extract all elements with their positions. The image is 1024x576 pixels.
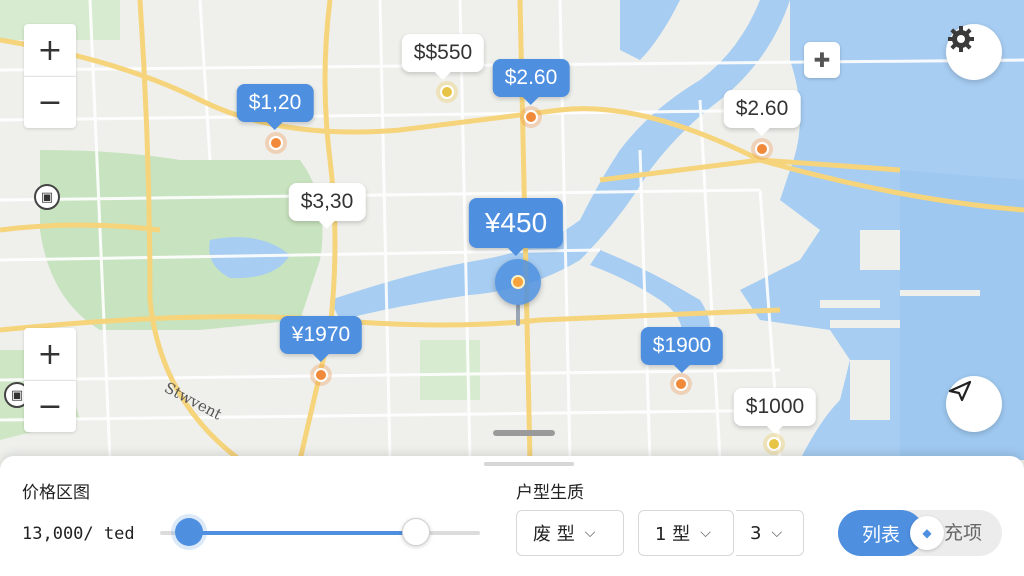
view-mode-toggle[interactable]: 列表 充项 ◆ [838,510,1002,556]
selected-price-marker[interactable]: ¥450 [468,198,564,256]
price-marker[interactable]: $$550 [401,34,485,80]
price-slider[interactable] [160,531,480,535]
minus-icon: − [37,85,63,120]
price-marker[interactable]: ¥1970 [279,316,363,362]
plus-icon: + [37,336,63,372]
plus-icon: + [37,32,63,68]
price-marker[interactable]: $1000 [733,388,817,434]
price-slider-fill [188,531,416,535]
select-value: 3 [750,522,762,544]
zoom-out-button-2[interactable]: − [24,380,76,432]
price-slider-min-handle[interactable] [174,518,203,546]
bath-count-select[interactable]: 3 ⌵ [736,510,804,556]
price-range-label: 价格区图 [22,483,90,503]
minus-icon: − [37,389,63,424]
location-arrow-icon [948,380,972,402]
map-drag-handle[interactable] [493,430,555,436]
map-view[interactable]: Stwvent ▣ ▣ ✚ + − + − $$550 $1,20 $2.60 … [0,0,1024,460]
panel-drag-handle[interactable] [484,462,574,466]
chevron-down-icon: ⌵ [700,525,711,541]
toggle-knob: ◆ [910,516,944,550]
chevron-down-icon: ⌵ [771,525,783,541]
price-marker[interactable]: $3,30 [288,183,366,229]
selected-location-dot [511,275,525,289]
select-value: 1 型 [655,524,691,545]
price-marker[interactable]: $2.60 [723,90,801,136]
settings-button[interactable] [946,24,1002,80]
price-range-value: 13,000/ ted [22,524,135,544]
select-value: 废 型 [533,524,575,545]
locate-button[interactable] [946,376,1002,432]
house-type-select[interactable]: 废 型 ⌵ [516,510,624,556]
chevron-down-icon: ⌵ [584,525,596,541]
price-marker[interactable]: $2.60 [492,59,570,105]
marker-dot[interactable] [314,368,328,382]
marker-dot[interactable] [755,142,769,156]
marker-dot[interactable] [440,85,454,99]
marker-dot[interactable] [767,437,781,451]
marker-dot[interactable] [674,377,688,391]
bus-icon[interactable]: ▣ [34,184,60,210]
house-type-label: 户型生质 [516,483,584,503]
zoom-in-button[interactable]: + [24,24,76,76]
zoom-in-button-2[interactable]: + [24,328,76,380]
pin-stem [516,304,520,326]
marker-dot[interactable] [524,110,538,124]
puzzle-icon[interactable]: ✚ [804,42,840,78]
zoom-out-button[interactable]: − [24,76,76,128]
price-slider-max-handle[interactable] [402,518,430,546]
price-marker[interactable]: $1900 [640,327,724,373]
room-count-select[interactable]: 1 型 ⌵ [638,510,734,556]
map-view-option[interactable]: 充项 [944,510,982,556]
price-marker[interactable]: $1,20 [236,84,314,130]
filter-panel: 价格区图 13,000/ ted 户型生质 废 型 ⌵ 1 型 ⌵ 3 ⌵ 列表… [0,456,1024,576]
marker-dot[interactable] [269,136,283,150]
gear-icon [948,26,974,52]
